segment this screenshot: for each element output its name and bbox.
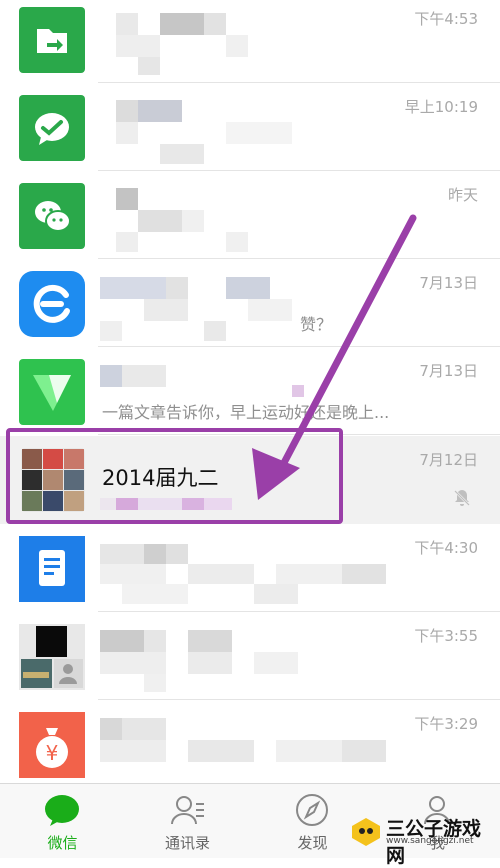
annotation-arrow [252,214,417,500]
watermark: 三公子游戏网 www.sangongzi.net [346,812,494,867]
tab-label: 微信 [47,834,78,852]
chat-list: 下午4:53 早上10:19 昨天 赞？ 7月13日 一篇文章告诉你，早上运动好… [0,0,500,783]
tab-chats[interactable]: 微信 [0,784,125,858]
tab-contacts[interactable]: 通讯录 [125,784,250,858]
watermark-logo-icon [352,818,380,846]
chat-bubble-icon [43,792,81,828]
contacts-icon [168,792,206,828]
compass-icon [293,792,331,828]
tab-label: 通讯录 [164,834,210,852]
watermark-url: www.sangongzi.net [386,836,474,846]
